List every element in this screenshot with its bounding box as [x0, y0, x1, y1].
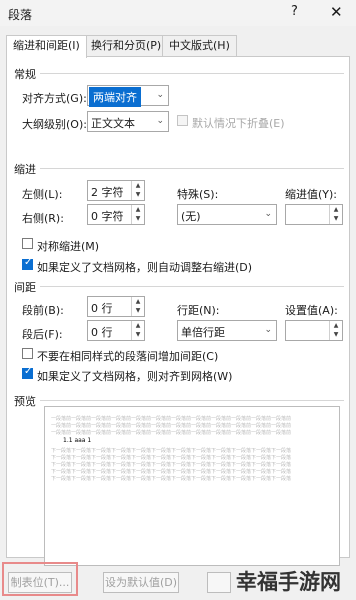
arrow-down-icon[interactable]: ▼ [132, 190, 144, 199]
spinner-arrows[interactable]: ▲ ▼ [131, 321, 144, 340]
tab-indents-spacing[interactable]: 缩进和间距(I) [6, 35, 87, 58]
auto-adjust-indent-label: 如果定义了文档网格，则自动调整右缩进(D) [37, 261, 253, 274]
no-space-same-style-label: 不要在相同样式的段落间增加间距(C) [37, 350, 219, 363]
indent-left-value: 2 字符 [91, 186, 124, 199]
section-spacing-heading: 间距 [14, 281, 36, 294]
snap-to-grid-label: 如果定义了文档网格，则对齐到网格(W) [37, 370, 233, 383]
arrow-up-icon[interactable]: ▲ [132, 321, 144, 330]
no-space-same-style-checkbox[interactable] [22, 348, 33, 359]
outline-level-select[interactable]: 正文文本 ⌄ [87, 111, 169, 132]
mirror-indents-label: 对称缩进(M) [37, 240, 100, 253]
spacing-before-label: 段前(B): [22, 304, 64, 317]
spacing-before-value: 0 行 [91, 302, 113, 315]
spacing-after-spinner[interactable]: 0 行 ▲ ▼ [87, 320, 145, 341]
arrow-down-icon[interactable]: ▼ [132, 306, 144, 315]
line-spacing-select[interactable]: 单倍行距 ⌄ [177, 320, 277, 341]
indent-by-spinner[interactable]: ▲ ▼ [285, 204, 343, 225]
arrow-up-icon[interactable]: ▲ [330, 205, 342, 214]
preview-after-line: 下一段落下一段落下一段落下一段落下一段落下一段落下一段落下一段落下一段落下一段落… [51, 448, 292, 454]
mirror-indents-checkbox[interactable] [22, 238, 33, 249]
spacing-at-label: 设置值(A): [285, 304, 338, 317]
alignment-value: 两端对齐 [89, 87, 141, 107]
chevron-down-icon: ⌄ [264, 325, 272, 335]
section-divider [40, 168, 344, 169]
arrow-up-icon[interactable]: ▲ [132, 181, 144, 190]
chevron-down-icon: ⌄ [264, 209, 272, 219]
section-divider [40, 286, 344, 287]
line-spacing-label: 行距(N): [177, 304, 220, 317]
help-button[interactable]: ? [291, 4, 298, 19]
dialog-titlebar: 段落 ? ✕ [0, 0, 356, 26]
special-indent-select[interactable]: (无) ⌄ [177, 204, 277, 225]
arrow-up-icon[interactable]: ▲ [330, 321, 342, 330]
preview-after-line: 下一段落下一段落下一段落下一段落下一段落下一段落下一段落下一段落下一段落下一段落… [51, 455, 292, 461]
tab-line-page-breaks[interactable]: 换行和分页(P) [84, 35, 169, 57]
chevron-down-icon: ⌄ [156, 116, 164, 126]
outline-level-label: 大纲级别(O): [22, 118, 87, 131]
arrow-up-icon[interactable]: ▲ [132, 297, 144, 306]
collapse-label: 默认情况下折叠(E) [192, 117, 285, 130]
alignment-label: 对齐方式(G): [22, 92, 87, 105]
section-general-heading: 常规 [14, 68, 36, 81]
highlight-box [2, 562, 78, 596]
spinner-arrows[interactable]: ▲ ▼ [131, 205, 144, 224]
special-indent-value: (无) [181, 210, 201, 223]
set-as-default-button[interactable]: 设为默认值(D) [103, 572, 179, 593]
section-divider [40, 400, 344, 401]
preview-after-line: 下一段落下一段落下一段落下一段落下一段落下一段落下一段落下一段落下一段落下一段落… [51, 469, 292, 475]
outline-level-value: 正文文本 [91, 117, 135, 130]
collapse-checkbox[interactable] [177, 115, 188, 126]
section-divider [40, 73, 344, 74]
spacing-before-spinner[interactable]: 0 行 ▲ ▼ [87, 296, 145, 317]
chevron-down-icon: ⌄ [156, 90, 164, 100]
dialog-title: 段落 [8, 8, 33, 22]
spacing-after-label: 段后(F): [22, 328, 63, 341]
section-indent-heading: 缩进 [14, 163, 36, 176]
arrow-up-icon[interactable]: ▲ [132, 205, 144, 214]
arrow-down-icon[interactable]: ▼ [330, 214, 342, 223]
preview-filler-line: 一段落前一段落前一段落前一段落前一段落前一段落前一段落前一段落前一段落前一段落前… [51, 430, 292, 436]
tab-asian-typography[interactable]: 中文版式(H) [162, 35, 237, 57]
ok-button[interactable] [207, 572, 231, 593]
arrow-down-icon[interactable]: ▼ [132, 214, 144, 223]
line-spacing-value: 单倍行距 [181, 326, 225, 339]
preview-after-line: 下一段落下一段落下一段落下一段落下一段落下一段落下一段落下一段落下一段落下一段落… [51, 462, 292, 468]
special-indent-label: 特殊(S): [177, 188, 219, 201]
spinner-arrows[interactable]: ▲ ▼ [329, 205, 342, 224]
snap-to-grid-checkbox[interactable] [22, 366, 33, 379]
indent-right-value: 0 字符 [91, 210, 124, 223]
arrow-down-icon[interactable]: ▼ [330, 330, 342, 339]
indent-right-spinner[interactable]: 0 字符 ▲ ▼ [87, 204, 145, 225]
paragraph-preview: 一段落前一段落前一段落前一段落前一段落前一段落前一段落前一段落前一段落前一段落前… [44, 406, 340, 566]
indent-left-label: 左侧(L): [22, 188, 63, 201]
spinner-arrows[interactable]: ▲ ▼ [131, 181, 144, 200]
section-preview-heading: 预览 [14, 395, 36, 408]
arrow-down-icon[interactable]: ▼ [132, 330, 144, 339]
indent-right-label: 右侧(R): [22, 212, 64, 225]
spinner-arrows[interactable]: ▲ ▼ [329, 321, 342, 340]
alignment-select[interactable]: 两端对齐 ⌄ [87, 85, 169, 107]
indent-by-label: 缩进值(Y): [285, 188, 338, 201]
close-button[interactable]: ✕ [330, 3, 343, 21]
spinner-arrows[interactable]: ▲ ▼ [131, 297, 144, 316]
preview-sample-text: 1.1 aaa 1 [63, 437, 92, 444]
preview-filler-line: 一段落前一段落前一段落前一段落前一段落前一段落前一段落前一段落前一段落前一段落前… [51, 423, 292, 429]
preview-after-line: 下一段落下一段落下一段落下一段落下一段落下一段落下一段落下一段落下一段落下一段落… [51, 476, 292, 482]
auto-adjust-indent-checkbox[interactable] [22, 257, 33, 270]
watermark-text: 幸福手游网 [236, 570, 341, 594]
indent-left-spinner[interactable]: 2 字符 ▲ ▼ [87, 180, 145, 201]
spacing-at-spinner[interactable]: ▲ ▼ [285, 320, 343, 341]
preview-filler-line: 一段落前一段落前一段落前一段落前一段落前一段落前一段落前一段落前一段落前一段落前… [51, 416, 292, 422]
spacing-after-value: 0 行 [91, 326, 113, 339]
